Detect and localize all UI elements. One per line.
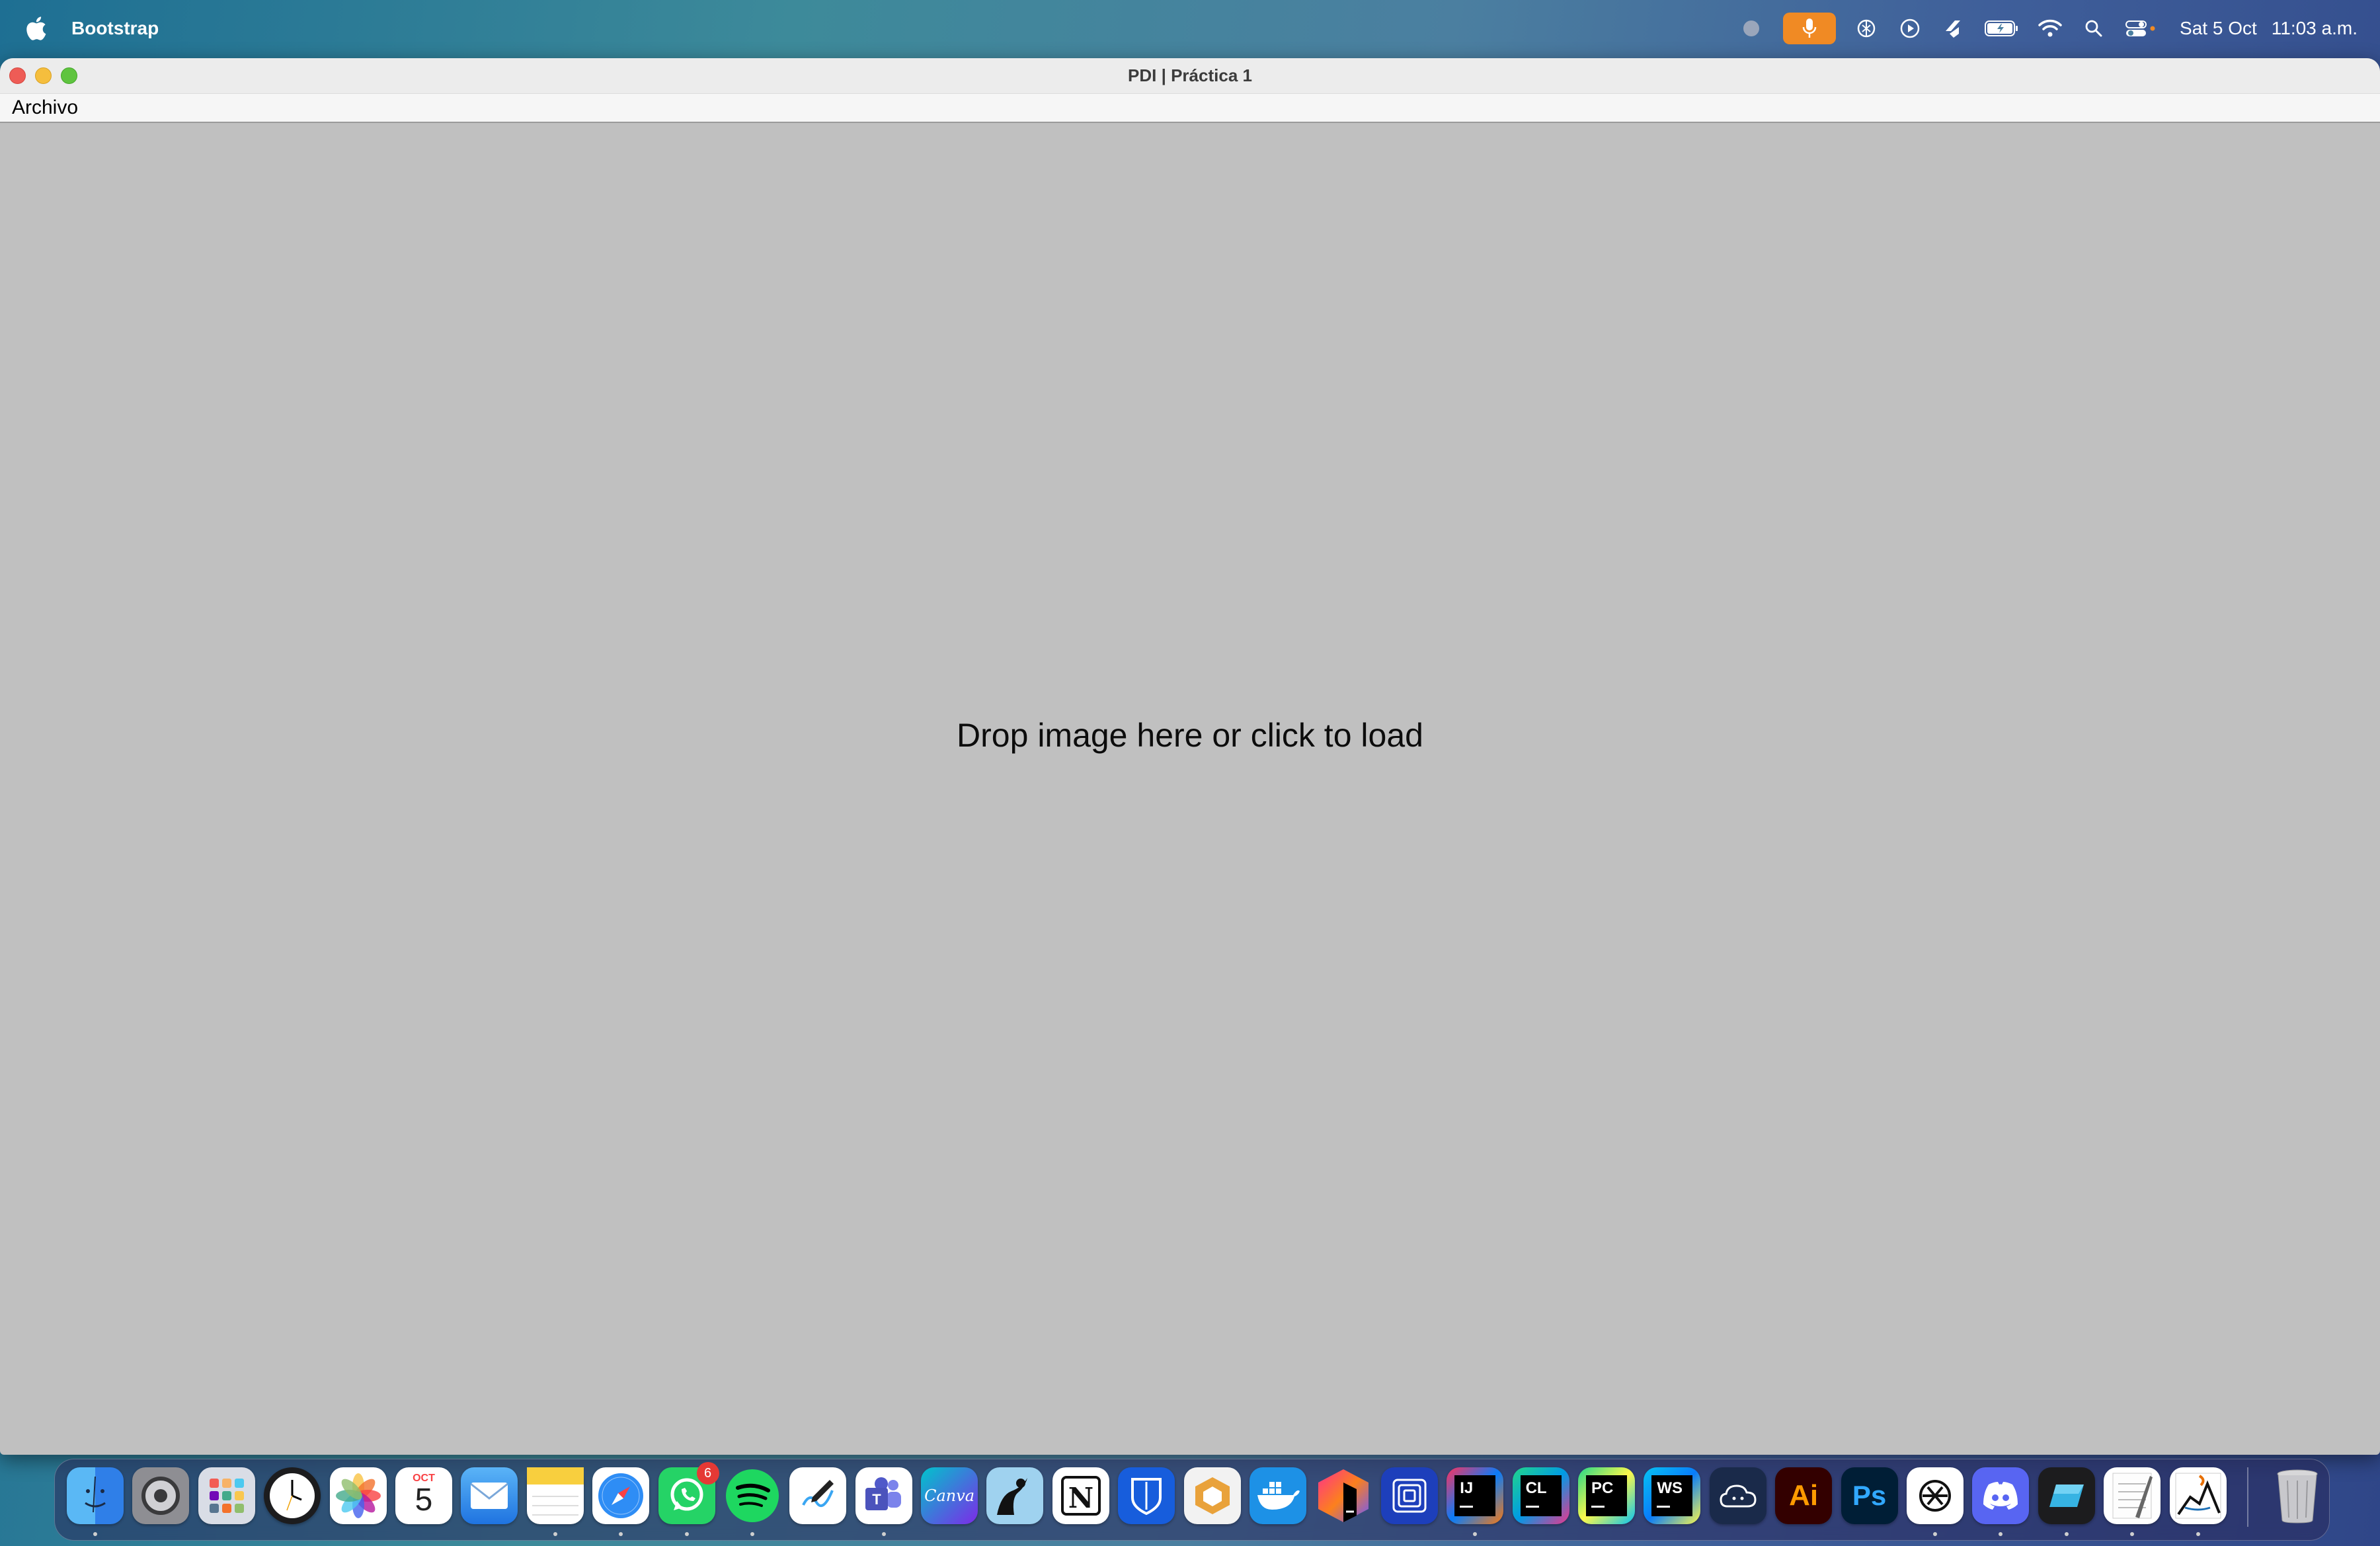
ollama-icon[interactable] [1709,1467,1766,1524]
intellij-idea-icon[interactable]: IJ [1447,1467,1504,1536]
teams-icon[interactable]: T [855,1467,912,1536]
record-indicator-icon[interactable] [1738,15,1765,42]
textedit-icon[interactable] [2104,1467,2161,1536]
whatsapp-icon[interactable]: 6 [658,1462,719,1536]
shortcut-icon[interactable] [1940,15,1967,42]
safari-icon[interactable] [592,1467,650,1536]
dropzone-icon[interactable] [1183,1467,1241,1524]
control-center-icon[interactable] [2124,15,2157,42]
chatgpt-icon[interactable] [1853,15,1880,42]
minimize-window-button[interactable] [35,67,52,84]
finder-icon[interactable] [67,1467,124,1536]
menu-archivo[interactable]: Archivo [12,97,78,119]
svg-text:T: T [872,1491,881,1508]
notes-icon[interactable] [526,1467,584,1536]
dock-separator [2246,1467,2248,1527]
microphone-icon[interactable] [1783,13,1837,44]
framer-icon[interactable] [1380,1467,1438,1524]
webstorm-icon[interactable]: WS [1644,1467,1701,1524]
dock: OCT 5 6 T Canva N IJ CL PC WS Ai Ps [54,1459,2330,1541]
app-menu-bar: Archivo [0,94,2380,123]
close-window-button[interactable] [9,67,26,84]
canva-icon[interactable]: Canva [921,1467,978,1524]
mail-icon[interactable] [461,1467,518,1524]
whatsapp-badge: 6 [696,1462,719,1485]
play-circle-icon[interactable] [1897,15,1923,42]
discord-icon[interactable] [1972,1467,2030,1536]
docker-icon[interactable] [1250,1467,1307,1524]
menubar-date[interactable]: Sat 5 Oct [2180,18,2257,39]
jetbrains-toolbox-icon[interactable] [1315,1467,1372,1524]
drop-zone-label: Drop image here or click to load [957,717,1423,754]
app-window: PDI | Práctica 1 Archivo Drop image here… [0,58,2380,1455]
apple-logo-icon[interactable] [26,17,46,40]
window-titlebar[interactable]: PDI | Práctica 1 [0,58,2380,94]
pycharm-icon[interactable]: PC [1577,1467,1635,1524]
menubar-time[interactable]: 11:03 a.m. [2272,18,2358,39]
illustrator-icon[interactable]: Ai [1775,1467,1833,1524]
status-area: Sat 5 Oct 11:03 a.m. [1721,0,2358,57]
spotify-icon[interactable] [724,1467,781,1536]
photoshop-icon[interactable]: Ps [1841,1467,1898,1524]
maximize-window-button[interactable] [61,67,77,84]
trash-icon[interactable] [2269,1467,2326,1524]
launchpad-icon[interactable] [198,1467,255,1524]
kindle-icon[interactable] [986,1467,1044,1524]
java-launcher-icon[interactable] [2169,1467,2227,1536]
battery-icon[interactable] [1984,15,2020,42]
calendar-day: 5 [415,1483,433,1518]
clion-icon[interactable]: CL [1512,1467,1569,1524]
freeform-icon[interactable] [789,1467,847,1524]
system-settings-icon[interactable] [132,1467,190,1524]
photos-icon[interactable] [329,1467,387,1524]
svg-text:N: N [1068,1482,1093,1514]
active-app-name[interactable]: Bootstrap [71,18,159,39]
menu-bar: Bootstrap Sat 5 Oct 11:03 a.m. [0,0,2380,57]
spotlight-search-icon[interactable] [2081,15,2107,42]
traffic-lights [9,67,77,84]
notion-icon[interactable]: N [1052,1467,1109,1524]
chatgpt-dock-icon[interactable] [1906,1467,1964,1536]
image-drop-zone[interactable]: Drop image here or click to load [0,124,2380,1455]
calendar-icon[interactable]: OCT 5 [395,1467,452,1524]
clock-icon[interactable] [264,1467,321,1524]
bitwarden-icon[interactable] [1118,1467,1175,1524]
window-title: PDI | Práctica 1 [1128,65,1252,85]
xcode-like-icon[interactable] [2038,1467,2095,1536]
wifi-icon[interactable] [2037,15,2063,42]
